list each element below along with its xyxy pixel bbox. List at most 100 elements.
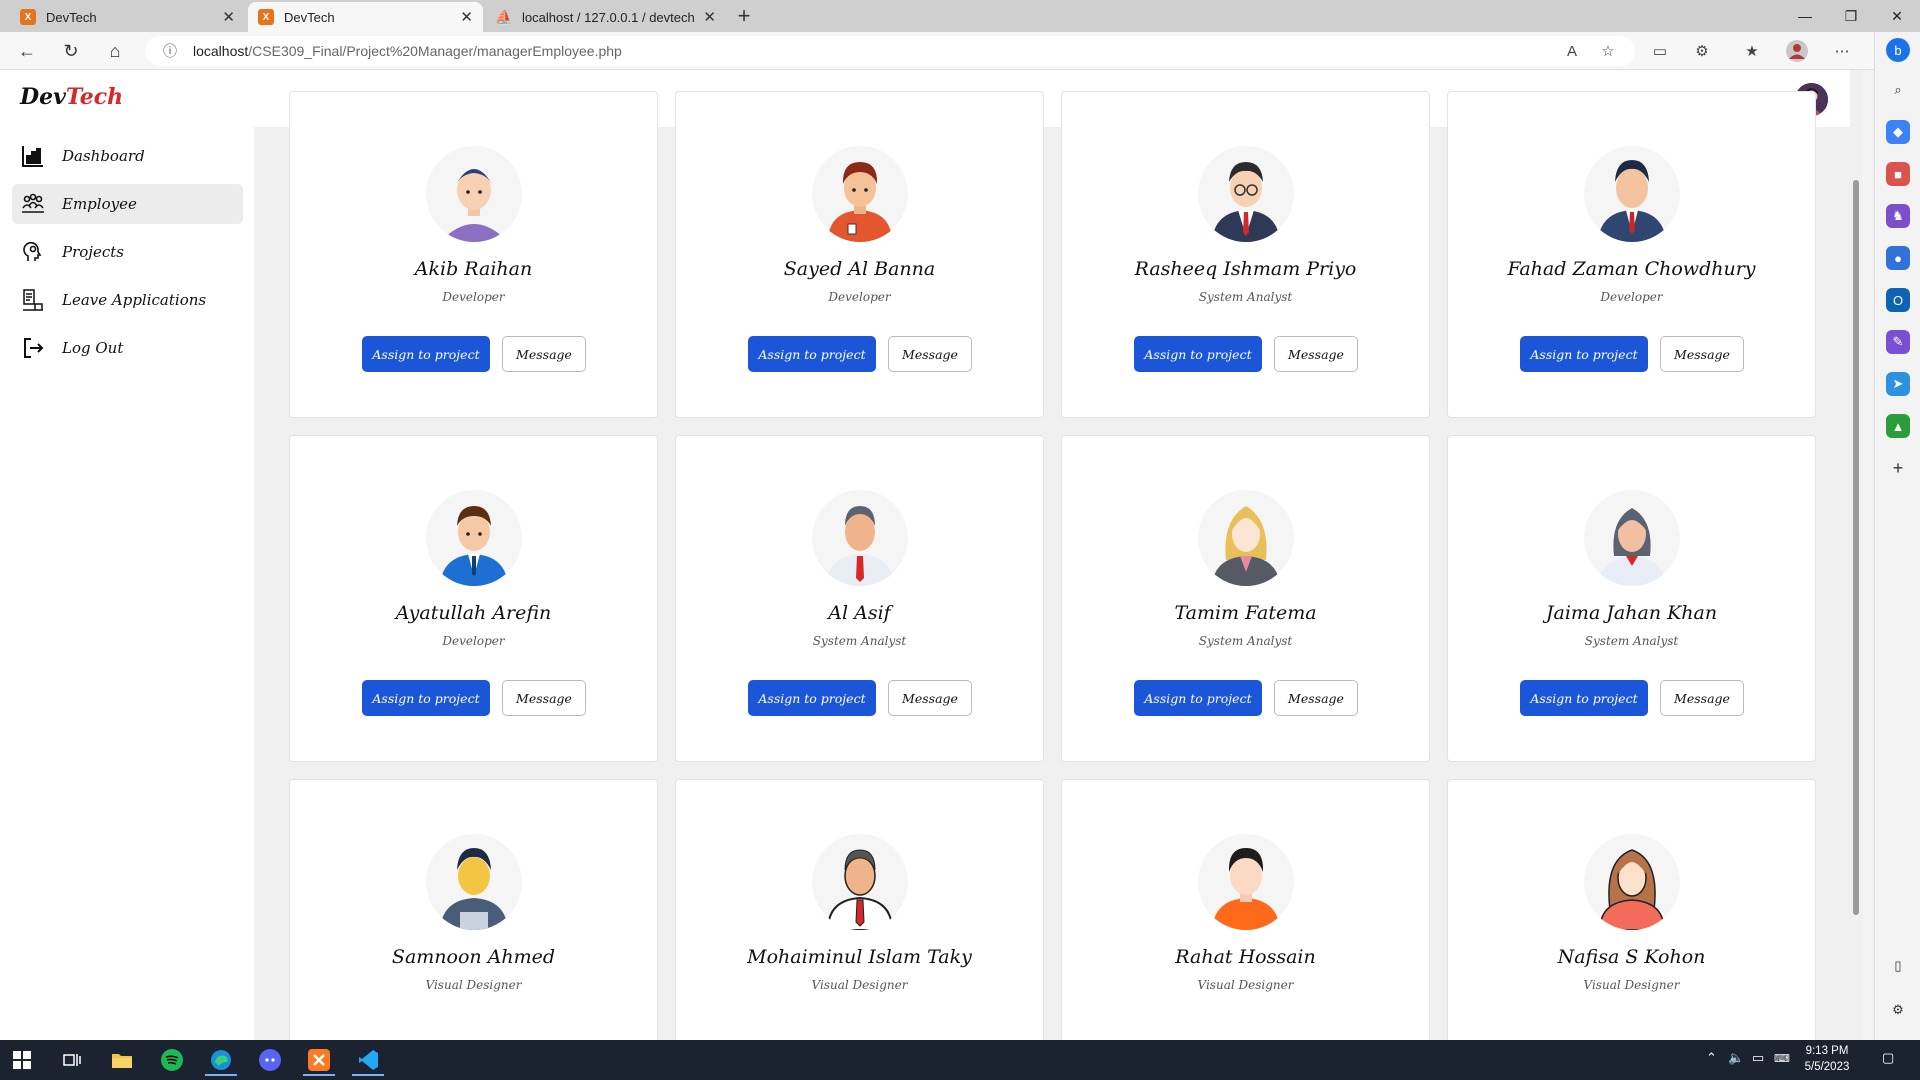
extensions-icon[interactable]: ⚙: [1690, 40, 1714, 62]
close-tab-icon[interactable]: ✕: [703, 8, 716, 26]
employee-card: Nafisa S Kohon Visual Designer: [1447, 779, 1816, 1040]
notification-center-icon[interactable]: ▢: [1882, 1050, 1894, 1066]
bing-chat-icon[interactable]: b: [1886, 38, 1910, 62]
home-button[interactable]: ⌂: [100, 37, 130, 65]
employee-avatar: [426, 146, 522, 242]
employee-name: Akib Raihan: [414, 258, 533, 280]
add-favorite-icon[interactable]: ☆: [1596, 40, 1620, 62]
show-hidden-icons[interactable]: ⌃: [1706, 1050, 1717, 1066]
search-icon[interactable]: ⌕: [1886, 78, 1910, 102]
tab-title: DevTech: [284, 9, 335, 25]
employee-avatar: [812, 490, 908, 586]
close-tab-icon[interactable]: ✕: [222, 8, 235, 26]
scrollbar-thumb[interactable]: [1853, 180, 1859, 915]
discord-icon[interactable]: [250, 1044, 290, 1076]
employee-avatar: [1584, 490, 1680, 586]
site-info-icon[interactable]: ⓘ: [155, 41, 185, 61]
profile-icon[interactable]: [1785, 40, 1809, 62]
xampp-favicon-icon: X: [20, 9, 36, 25]
employee-name: Samnoon Ahmed: [391, 946, 556, 968]
sidebar-item-label: Projects: [62, 243, 124, 261]
employee-name: Fahad Zaman Chowdhury: [1507, 258, 1756, 280]
clock-date: 5/5/2023: [1804, 1061, 1850, 1073]
keyboard-icon[interactable]: ⌨: [1774, 1052, 1790, 1065]
task-view-icon[interactable]: [52, 1044, 92, 1076]
employee-role: Visual Designer: [425, 978, 522, 992]
restore-button[interactable]: ❐: [1828, 0, 1874, 32]
favorites-icon[interactable]: ★: [1740, 40, 1764, 62]
file-explorer-icon[interactable]: [102, 1044, 142, 1076]
network-icon[interactable]: ▭: [1752, 1050, 1764, 1066]
assign-to-project-button[interactable]: Assign to project: [1520, 680, 1648, 716]
url-field[interactable]: ⓘ localhost/CSE309_Final/Project%20Manag…: [145, 36, 1635, 66]
edge-browser-icon[interactable]: [201, 1044, 241, 1076]
assign-to-project-button[interactable]: Assign to project: [748, 680, 876, 716]
employee-name: Tamim Fatema: [1174, 602, 1317, 624]
sidebar-item-label: Dashboard: [62, 147, 145, 165]
browser-tab[interactable]: ⛵ localhost / 127.0.0.1 / devtech / l ✕: [486, 2, 726, 32]
assign-to-project-button[interactable]: Assign to project: [1520, 336, 1648, 372]
close-tab-icon[interactable]: ✕: [460, 8, 473, 26]
sidebar-toggle-icon[interactable]: ▯: [1886, 954, 1910, 978]
assign-to-project-button[interactable]: Assign to project: [362, 336, 490, 372]
message-button[interactable]: Message: [888, 680, 972, 716]
sidebar-item-log-out[interactable]: Log Out: [12, 328, 243, 368]
employee-card: Samnoon Ahmed Visual Designer: [289, 779, 658, 1040]
vscode-icon[interactable]: [348, 1044, 388, 1076]
xampp-icon[interactable]: [299, 1044, 339, 1076]
more-menu-icon[interactable]: ⋯: [1830, 40, 1854, 62]
leave-icon: [20, 287, 46, 313]
assign-to-project-button[interactable]: Assign to project: [1134, 336, 1262, 372]
employee-icon: [20, 191, 46, 217]
browser-tab-active[interactable]: X DevTech ✕: [248, 2, 483, 32]
message-button[interactable]: Message: [1274, 680, 1358, 716]
minimize-button[interactable]: —: [1782, 0, 1828, 32]
close-window-button[interactable]: ✕: [1874, 0, 1920, 32]
refresh-button[interactable]: ↻: [56, 37, 86, 65]
new-tab-button[interactable]: +: [730, 2, 758, 30]
employee-avatar: [426, 834, 522, 930]
employee-role: System Analyst: [1198, 290, 1293, 304]
add-sidebar-app-icon[interactable]: +: [1886, 456, 1910, 480]
message-button[interactable]: Message: [888, 336, 972, 372]
assign-to-project-button[interactable]: Assign to project: [362, 680, 490, 716]
office-icon[interactable]: ●: [1886, 246, 1910, 270]
page-scrollbar[interactable]: [1850, 70, 1862, 1040]
message-button[interactable]: Message: [502, 336, 586, 372]
browser-tab-bar: X DevTech ✕ X DevTech ✕ ⛵ localhost / 12…: [0, 0, 1920, 32]
assign-to-project-button[interactable]: Assign to project: [748, 336, 876, 372]
sidebar-item-dashboard[interactable]: Dashboard: [12, 136, 243, 176]
sidebar-item-leave-applications[interactable]: Leave Applications: [12, 280, 243, 320]
tools-icon[interactable]: ■: [1886, 162, 1910, 186]
split-screen-icon[interactable]: ▭: [1648, 40, 1672, 62]
settings-gear-icon[interactable]: ⚙: [1886, 998, 1910, 1022]
start-button[interactable]: [2, 1044, 42, 1076]
phpmyadmin-favicon-icon: ⛵: [495, 8, 513, 25]
url-text: localhost/CSE309_Final/Project%20Manager…: [193, 43, 622, 59]
employee-card: Jaima Jahan Khan System Analyst Assign t…: [1447, 435, 1816, 762]
browser-tab[interactable]: X DevTech ✕: [10, 2, 245, 32]
employee-card: Akib Raihan Developer Assign to project …: [289, 91, 658, 418]
message-button[interactable]: Message: [1660, 680, 1744, 716]
employee-name: Sayed Al Banna: [783, 258, 936, 280]
tree-icon[interactable]: ▲: [1886, 414, 1910, 438]
message-button[interactable]: Message: [1274, 336, 1358, 372]
shopping-icon[interactable]: ◆: [1886, 120, 1910, 144]
volume-icon[interactable]: 🔈: [1728, 1050, 1744, 1066]
assign-to-project-button[interactable]: Assign to project: [1134, 680, 1262, 716]
employee-name: Jaima Jahan Khan: [1545, 602, 1718, 624]
brand-logo[interactable]: DevTech: [20, 84, 123, 110]
employee-card: Al Asif System Analyst Assign to project…: [675, 435, 1044, 762]
message-button[interactable]: Message: [1660, 336, 1744, 372]
sidebar-item-projects[interactable]: Projects: [12, 232, 243, 272]
games-icon[interactable]: ♞: [1886, 204, 1910, 228]
send-icon[interactable]: ➤: [1886, 372, 1910, 396]
taskbar-clock[interactable]: 9:13 PM 5/5/2023: [1790, 1043, 1864, 1075]
message-button[interactable]: Message: [502, 680, 586, 716]
read-aloud-icon[interactable]: A: [1560, 40, 1584, 62]
back-button[interactable]: ←: [12, 37, 42, 65]
sidebar-item-employee[interactable]: Employee: [12, 184, 243, 224]
outlook-icon[interactable]: O: [1886, 288, 1910, 312]
spotify-icon[interactable]: [152, 1044, 192, 1076]
designer-icon[interactable]: ✎: [1886, 330, 1910, 354]
